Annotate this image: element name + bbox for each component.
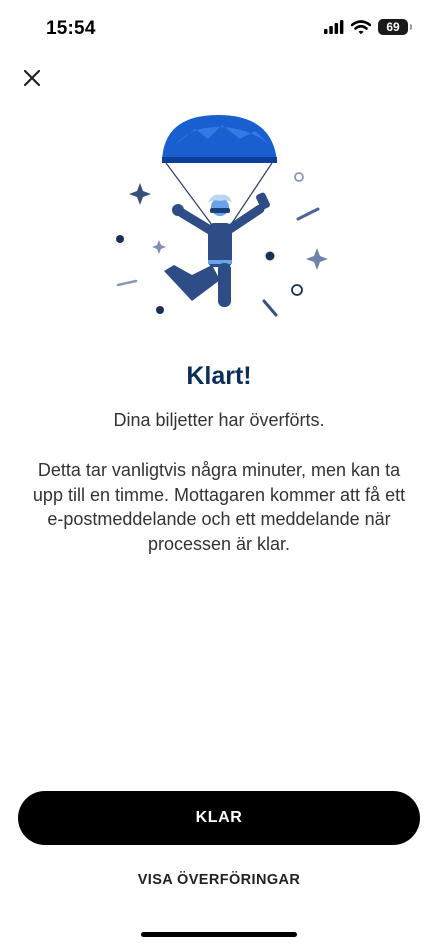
home-indicator[interactable] (141, 932, 297, 937)
close-button[interactable] (20, 66, 44, 90)
description-text: Detta tar vanligtvis några minuter, men … (32, 460, 406, 554)
close-icon (23, 69, 41, 87)
parachute-illustration (116, 115, 328, 317)
page-title: Klart! (186, 362, 252, 390)
battery-level: 69 (386, 20, 400, 34)
done-button[interactable]: KLAR (18, 791, 420, 845)
view-transfers-link[interactable]: VISA ÖVERFÖRINGAR (0, 872, 438, 888)
status-bar: 15:54 69 (0, 0, 438, 58)
status-time: 15:54 (46, 18, 96, 39)
status-icons: 69 (324, 19, 412, 35)
subtitle: Dina biljetter har överförts. (113, 410, 325, 430)
battery-tip (410, 24, 412, 30)
wifi-icon (351, 19, 371, 34)
battery-icon: 69 (378, 19, 412, 35)
cellular-signal-icon (324, 20, 344, 34)
